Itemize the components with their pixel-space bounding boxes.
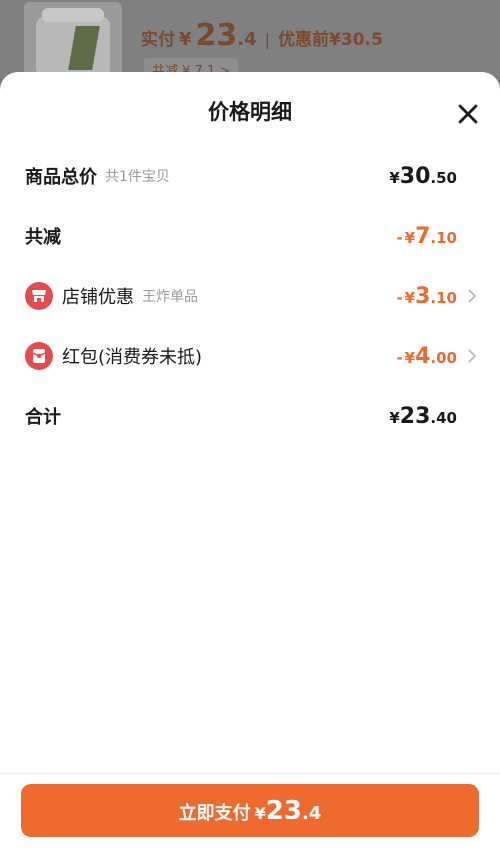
red-packet-amount: - ¥ 4 .00 [396,343,457,369]
sheet-title: 价格明细 [208,100,292,124]
close-icon[interactable] [456,102,480,126]
pay-now-button[interactable]: 立即支付 ¥ 23 .4 [21,784,479,837]
shop-discount-amount: - ¥ 3 .10 [396,283,457,309]
total-discount-label: 共减 [25,227,61,248]
goods-total-row: 商品总价 共1件宝贝 ¥ 30 .50 [25,156,477,196]
shop-discount-row[interactable]: 店铺优惠 王炸单品 - ¥ 3 .10 [25,276,477,316]
subtotal-row: 合计 ¥ 23 .40 [25,396,477,436]
chevron-right-icon[interactable] [467,289,477,303]
shop-discount-sub: 王炸单品 [142,289,198,305]
store-icon [25,282,53,310]
goods-count-label: 共1件宝贝 [105,169,170,185]
price-detail-sheet: 价格明细 商品总价 共1件宝贝 ¥ 30 .50 共减 - ¥ 7 .10 店铺… [0,72,500,857]
background-price: 实付 ¥ 23 .4 | 优惠前 ¥30.5 [141,18,383,53]
goods-total-amount: ¥ 30 .50 [389,163,457,189]
subtotal-amount: ¥ 23 .40 [389,403,457,429]
total-discount-row: 共减 - ¥ 7 .10 [25,216,477,256]
red-packet-row[interactable]: 红包(消费券未抵) - ¥ 4 .00 [25,336,477,376]
bottom-divider [0,773,500,774]
total-discount-amount: - ¥ 7 .10 [396,223,457,249]
product-thumbnail [24,2,122,78]
goods-total-label: 商品总价 [25,167,97,188]
subtotal-label: 合计 [25,407,61,428]
red-packet-icon [25,342,53,370]
shop-discount-label: 店铺优惠 [62,287,134,308]
chevron-right-icon[interactable] [467,349,477,363]
red-packet-label: 红包(消费券未抵) [62,347,203,368]
